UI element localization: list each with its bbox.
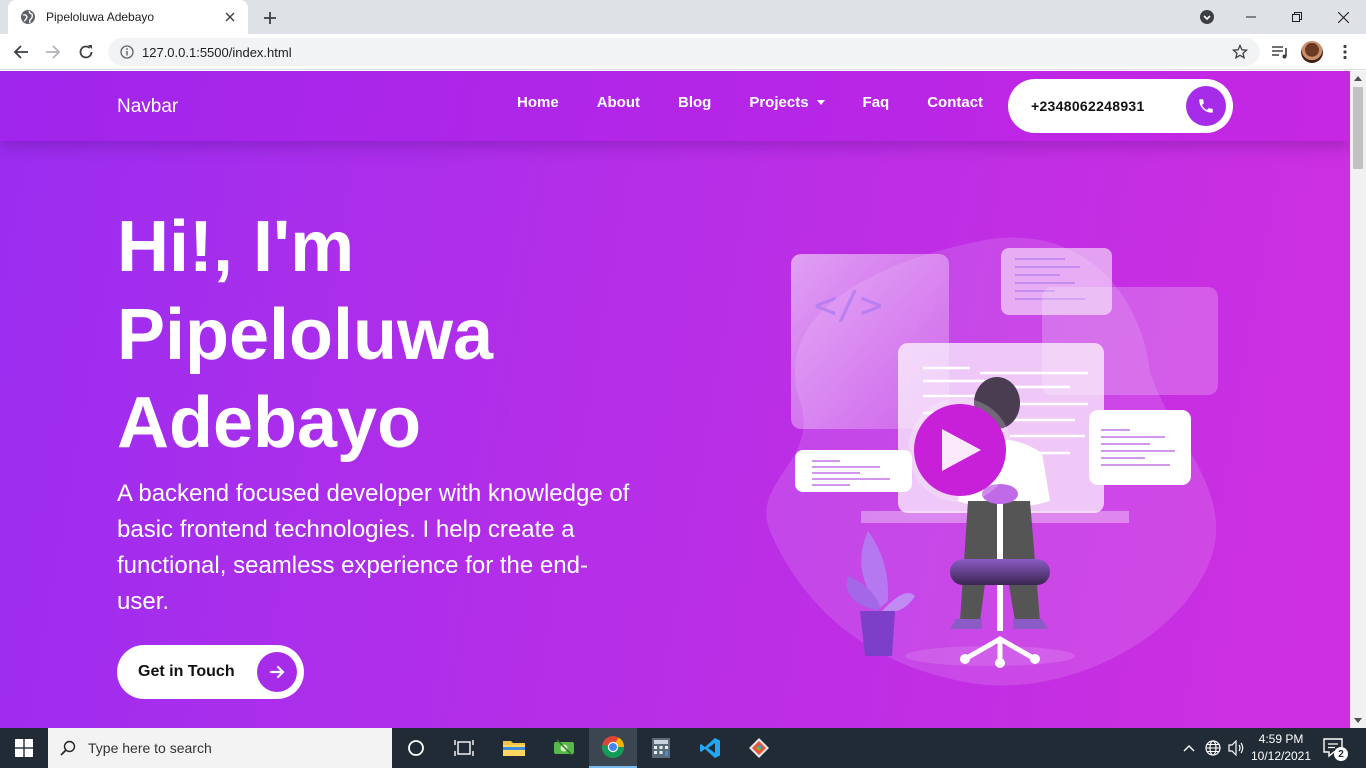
volume-button[interactable] xyxy=(1226,728,1248,768)
vscode-app[interactable] xyxy=(686,728,734,768)
browser-menu-button[interactable] xyxy=(1333,40,1357,64)
network-button[interactable] xyxy=(1203,728,1223,768)
search-placeholder: Type here to search xyxy=(88,740,212,756)
taskbar-search-box[interactable]: Type here to search xyxy=(48,728,392,768)
kebab-menu-icon xyxy=(1343,44,1347,60)
tray-overflow-button[interactable] xyxy=(1180,728,1198,768)
git-app[interactable] xyxy=(735,728,783,768)
arrow-right-icon xyxy=(269,665,285,679)
file-explorer-app[interactable] xyxy=(490,728,538,768)
window-controls xyxy=(1228,0,1366,34)
get-in-touch-button[interactable]: Get in Touch xyxy=(117,645,304,699)
globe-network-icon xyxy=(1205,740,1221,756)
restore-button[interactable] xyxy=(1274,0,1320,34)
media-control-button[interactable] xyxy=(1268,40,1292,64)
globe-icon xyxy=(21,10,35,24)
text-card-right xyxy=(1089,410,1191,485)
hero-title-line-1: Hi!, I'm xyxy=(117,207,355,287)
money-icon xyxy=(554,739,574,756)
nav-links: Home About Blog Projects Faq Contact xyxy=(498,90,1002,114)
tab-title: Pipeloluwa Adebayo xyxy=(46,10,155,24)
nav-link-projects-label: Projects xyxy=(749,93,809,111)
nav-link-faq[interactable]: Faq xyxy=(844,90,909,114)
phone-icon xyxy=(1199,99,1213,113)
address-bar[interactable]: 127.0.0.1:5500/index.html xyxy=(108,38,1260,66)
cta-arrow-button[interactable] xyxy=(257,652,297,692)
developer-illustration: </> xyxy=(766,237,1218,686)
site-navbar: Navbar Home About Blog Projects Faq Cont… xyxy=(0,71,1350,141)
calculator-app[interactable] xyxy=(637,728,685,768)
start-button[interactable] xyxy=(0,728,48,768)
windows-logo-icon xyxy=(15,739,33,757)
chevron-down-circle-icon xyxy=(1200,10,1214,24)
notification-count-badge: 2 xyxy=(1334,747,1348,761)
url-text: 127.0.0.1:5500/index.html xyxy=(142,44,292,60)
windows-taskbar: Type here to search 4:59 PM 10/12/2021 2 xyxy=(0,728,1366,768)
floor-shadow xyxy=(905,646,1075,666)
video-play-button[interactable] xyxy=(908,398,1012,502)
folder-icon xyxy=(503,741,525,756)
speaker-icon xyxy=(1228,740,1244,756)
chrome-icon xyxy=(602,736,624,758)
navbar-brand[interactable]: Navbar xyxy=(117,96,178,118)
task-view-icon xyxy=(454,740,474,756)
nav-link-about[interactable]: About xyxy=(578,90,659,114)
clock-date: 10/12/2021 xyxy=(1250,749,1312,763)
tab-search-button[interactable] xyxy=(1198,8,1216,26)
cta-label: Get in Touch xyxy=(138,663,235,680)
money-app[interactable] xyxy=(540,728,588,768)
hero-title: Hi!, I'm Pipeloluwa Adebayo xyxy=(117,203,637,467)
task-view-button[interactable] xyxy=(440,728,488,768)
close-window-button[interactable] xyxy=(1320,0,1366,34)
call-button[interactable] xyxy=(1186,86,1226,126)
playlist-icon xyxy=(1272,46,1287,59)
search-icon xyxy=(60,740,76,756)
browser-toolbar: 127.0.0.1:5500/index.html xyxy=(0,34,1366,70)
cortana-button[interactable] xyxy=(392,728,440,768)
caret-down-icon xyxy=(816,99,825,105)
page-viewport: Navbar Home About Blog Projects Faq Cont… xyxy=(0,71,1350,728)
action-center-button[interactable]: 2 xyxy=(1322,736,1348,761)
scroll-up-arrow-icon[interactable] xyxy=(1354,76,1362,81)
bookmark-star-icon[interactable] xyxy=(1232,44,1248,60)
new-tab-button[interactable] xyxy=(258,6,282,30)
nav-link-projects[interactable]: Projects xyxy=(730,90,843,114)
arrow-left-icon xyxy=(13,45,28,59)
phone-contact-pill[interactable]: +2348062248931 xyxy=(1008,79,1233,133)
nav-link-home[interactable]: Home xyxy=(498,90,578,114)
forward-button[interactable] xyxy=(41,40,65,64)
reload-button[interactable] xyxy=(74,40,98,64)
browser-tab[interactable]: Pipeloluwa Adebayo xyxy=(8,0,248,34)
git-diamond-icon xyxy=(749,738,769,758)
code-tag-text: </> xyxy=(814,283,883,327)
minimize-button[interactable] xyxy=(1228,0,1274,34)
arrow-right-icon xyxy=(46,45,61,59)
chrome-app[interactable] xyxy=(589,728,637,768)
hero-title-line-2: Pipeloluwa xyxy=(117,295,494,375)
info-icon[interactable] xyxy=(120,45,134,59)
page-scrollbar[interactable] xyxy=(1350,71,1366,728)
cortana-circle-icon xyxy=(408,740,424,756)
close-icon xyxy=(1337,11,1349,23)
close-tab-icon[interactable] xyxy=(222,9,238,25)
plus-icon xyxy=(264,12,276,24)
hero-description: A backend focused developer with knowled… xyxy=(117,480,630,615)
hero-title-line-3: Adebayo xyxy=(117,383,422,463)
profile-avatar[interactable] xyxy=(1301,41,1323,63)
phone-number: +2348062248931 xyxy=(1031,98,1145,114)
scroll-down-arrow-icon[interactable] xyxy=(1354,718,1362,723)
vscode-icon xyxy=(700,738,720,758)
calculator-icon xyxy=(652,738,670,758)
reload-icon xyxy=(79,45,93,59)
chevron-up-icon xyxy=(1183,745,1195,752)
restore-icon xyxy=(1292,12,1302,22)
browser-tab-strip: Pipeloluwa Adebayo xyxy=(0,0,1366,34)
back-button[interactable] xyxy=(9,40,33,64)
clock-time: 4:59 PM xyxy=(1258,732,1304,746)
minimize-icon xyxy=(1246,16,1256,18)
nav-link-blog[interactable]: Blog xyxy=(659,90,730,114)
nav-link-contact[interactable]: Contact xyxy=(908,90,1002,114)
taskbar-clock[interactable]: 4:59 PM 10/12/2021 xyxy=(1250,731,1312,765)
scrollbar-thumb[interactable] xyxy=(1353,87,1363,169)
